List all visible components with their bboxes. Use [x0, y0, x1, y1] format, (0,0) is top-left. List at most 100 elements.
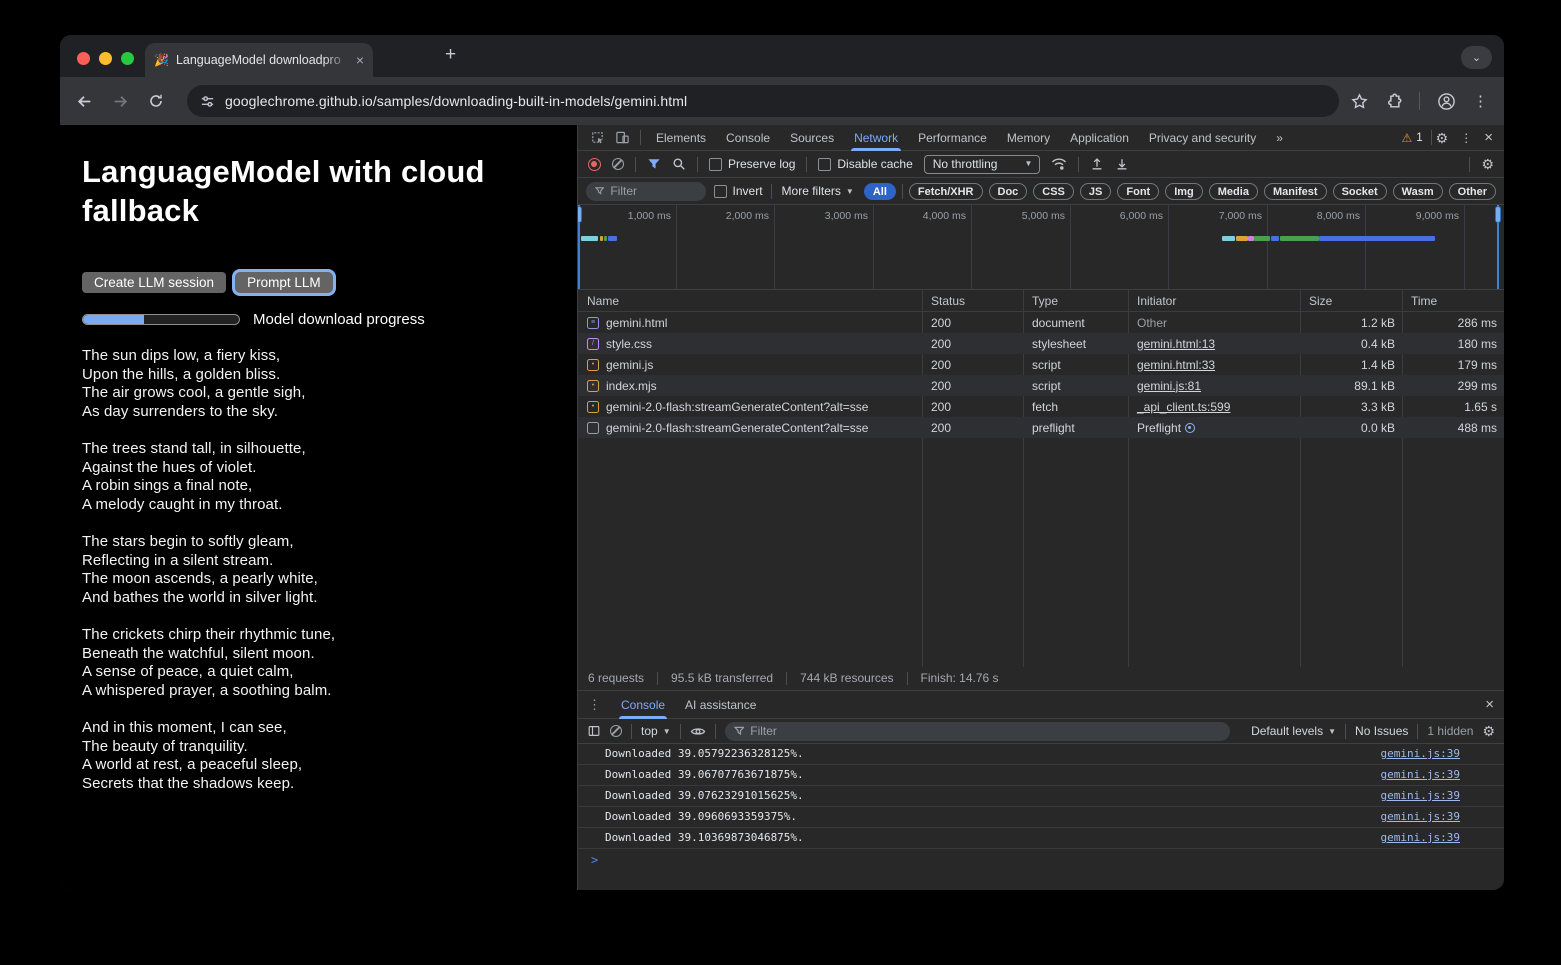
preserve-log-checkbox[interactable]: Preserve log [709, 157, 795, 171]
profile-button[interactable] [1437, 92, 1456, 111]
console-message[interactable]: Downloaded 39.06707763671875%. gemini.js… [578, 765, 1504, 786]
source-link[interactable]: gemini.js:39 [1381, 807, 1460, 827]
devtools-settings-icon[interactable]: ⚙ [1436, 131, 1449, 145]
filter-chip-socket[interactable]: Socket [1333, 183, 1387, 200]
invert-checkbox-input[interactable] [714, 185, 727, 198]
initiator-link[interactable]: gemini.html:33 [1137, 358, 1215, 372]
filter-chip-doc[interactable]: Doc [989, 183, 1028, 200]
filter-chip-font[interactable]: Font [1117, 183, 1159, 200]
import-har-button[interactable] [1090, 157, 1104, 171]
inspect-element-button[interactable] [585, 130, 610, 145]
table-row[interactable]: •gemini-2.0-flash:streamGenerateContent?… [578, 396, 1504, 417]
network-overview-timeline[interactable]: 1,000 ms 2,000 ms 3,000 ms 4,000 ms 5,00… [578, 205, 1504, 290]
tab-application[interactable]: Application [1060, 125, 1139, 151]
source-link[interactable]: gemini.js:39 [1381, 828, 1460, 848]
network-conditions-button[interactable] [1051, 157, 1067, 171]
window-maximize-button[interactable] [121, 52, 134, 65]
console-context-select[interactable]: top▼ [641, 724, 671, 738]
invert-checkbox[interactable]: Invert [714, 184, 763, 198]
address-bar[interactable]: googlechrome.github.io/samples/downloadi… [187, 85, 1339, 117]
timeline-selection-handle-left[interactable] [578, 205, 580, 289]
filter-chip-fetch-xhr[interactable]: Fetch/XHR [909, 183, 983, 200]
filter-chip-all[interactable]: All [864, 183, 896, 200]
tab-performance[interactable]: Performance [908, 125, 997, 151]
more-filters-button[interactable]: More filters ▼ [780, 184, 856, 198]
source-link[interactable]: gemini.js:39 [1381, 786, 1460, 806]
initiator-link[interactable]: _api_client.ts:599 [1137, 400, 1230, 414]
throttling-select[interactable]: No throttling ▼ [924, 155, 1041, 174]
table-row[interactable]: gemini-2.0-flash:streamGenerateContent?a… [578, 417, 1504, 438]
window-minimize-button[interactable] [99, 52, 112, 65]
source-link[interactable]: gemini.js:39 [1381, 765, 1460, 785]
disable-cache-checkbox-input[interactable] [818, 158, 831, 171]
drawer-menu-icon[interactable]: ⋮ [588, 697, 601, 713]
filter-chip-js[interactable]: JS [1080, 183, 1111, 200]
console-message[interactable]: Downloaded 39.0960693359375%. gemini.js:… [578, 807, 1504, 828]
export-har-button[interactable] [1115, 157, 1129, 171]
console-message[interactable]: Downloaded 39.05792236328125%. gemini.js… [578, 744, 1504, 765]
timeline-selection-handle-right[interactable] [1497, 205, 1499, 289]
initiator-link[interactable]: gemini.js:81 [1137, 379, 1201, 393]
drawer-tab-ai-assistance[interactable]: AI assistance [675, 691, 766, 719]
network-settings-icon[interactable]: ⚙ [1481, 157, 1494, 171]
tab-close-icon[interactable]: × [356, 52, 364, 68]
clear-console-button[interactable] [610, 725, 622, 737]
network-filter-toggle-button[interactable] [647, 158, 661, 171]
tab-search-button[interactable]: ⌄ [1461, 46, 1492, 69]
network-filter-input[interactable] [610, 184, 696, 198]
devtools-close-icon[interactable]: × [1484, 130, 1493, 145]
tab-elements[interactable]: Elements [646, 125, 716, 151]
column-header-initiator[interactable]: Initiator [1128, 294, 1300, 308]
console-prompt[interactable]: > [578, 849, 1504, 871]
tab-console[interactable]: Console [716, 125, 780, 151]
drawer-close-icon[interactable]: × [1485, 697, 1494, 712]
extensions-button[interactable] [1385, 93, 1402, 110]
console-filter-input[interactable] [750, 724, 1220, 738]
preserve-log-checkbox-input[interactable] [709, 158, 722, 171]
reload-button[interactable] [148, 93, 164, 109]
window-close-button[interactable] [77, 52, 90, 65]
tab-memory[interactable]: Memory [997, 125, 1060, 151]
column-header-status[interactable]: Status [922, 294, 1023, 308]
back-button[interactable] [76, 93, 93, 110]
console-message[interactable]: Downloaded 39.10369873046875%. gemini.js… [578, 828, 1504, 849]
tab-privacy-and-security[interactable]: Privacy and security [1139, 125, 1266, 151]
new-tab-button[interactable]: + [445, 44, 456, 66]
record-network-log-button[interactable] [588, 158, 601, 171]
console-message[interactable]: Downloaded 39.07623291015625%. gemini.js… [578, 786, 1504, 807]
initiator-link[interactable]: gemini.html:13 [1137, 337, 1215, 351]
network-search-button[interactable] [672, 157, 686, 171]
tab-network[interactable]: Network [844, 125, 908, 151]
site-settings-icon[interactable] [200, 94, 215, 109]
prompt-llm-button[interactable]: Prompt LLM [235, 272, 333, 293]
bookmark-star-button[interactable] [1351, 93, 1368, 110]
filter-chip-media[interactable]: Media [1209, 183, 1258, 200]
live-expression-button[interactable] [690, 725, 706, 738]
devtools-menu-icon[interactable]: ⋮ [1460, 131, 1472, 145]
create-llm-session-button[interactable]: Create LLM session [82, 272, 226, 293]
preflight-info-icon[interactable] [1185, 423, 1195, 433]
table-row[interactable]: ≡gemini.html 200 document Other 1.2 kB 2… [578, 312, 1504, 333]
forward-button[interactable] [112, 93, 129, 110]
source-link[interactable]: gemini.js:39 [1381, 744, 1460, 764]
filter-chip-css[interactable]: CSS [1033, 183, 1074, 200]
initiator-text[interactable]: Preflight [1137, 421, 1181, 435]
column-header-size[interactable]: Size [1300, 294, 1402, 308]
filter-chip-wasm[interactable]: Wasm [1393, 183, 1443, 200]
device-toolbar-button[interactable] [610, 130, 635, 145]
table-row[interactable]: /style.css 200 stylesheet gemini.html:13… [578, 333, 1504, 354]
filter-chip-img[interactable]: Img [1165, 183, 1203, 200]
console-settings-icon[interactable]: ⚙ [1482, 724, 1495, 738]
console-levels-select[interactable]: Default levels▼ [1251, 724, 1336, 738]
tab-sources[interactable]: Sources [780, 125, 844, 151]
issues-link[interactable]: No Issues [1355, 724, 1408, 738]
console-sidebar-toggle-button[interactable] [587, 724, 601, 738]
more-tabs-button[interactable]: » [1266, 125, 1293, 151]
table-row[interactable]: •gemini.js 200 script gemini.html:33 1.4… [578, 354, 1504, 375]
table-row[interactable]: •index.mjs 200 script gemini.js:81 89.1 … [578, 375, 1504, 396]
browser-menu-button[interactable]: ⋮ [1473, 92, 1488, 110]
filter-chip-manifest[interactable]: Manifest [1264, 183, 1327, 200]
browser-tab[interactable]: 🎉 LanguageModel downloadpro × [145, 43, 373, 77]
disable-cache-checkbox[interactable]: Disable cache [818, 157, 912, 171]
filter-chip-other[interactable]: Other [1449, 183, 1496, 200]
